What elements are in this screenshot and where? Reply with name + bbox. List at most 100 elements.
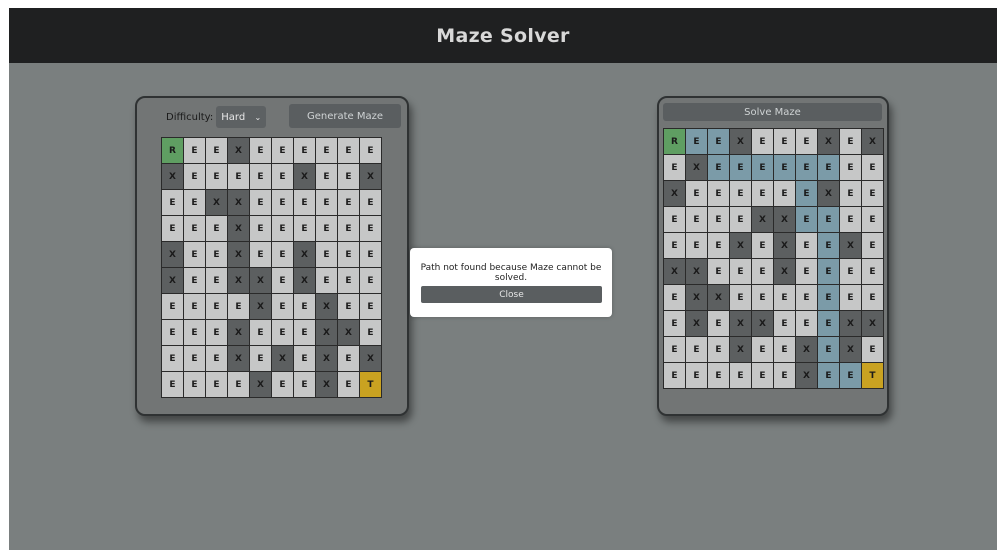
difficulty-controls: Difficulty: Hard ⌄ xyxy=(166,105,267,129)
maze-cell: E xyxy=(206,372,228,398)
maze-cell: E xyxy=(752,129,774,155)
maze-cell: E xyxy=(162,294,184,320)
solve-maze-button[interactable]: Solve Maze xyxy=(663,103,882,121)
maze-cell: X xyxy=(664,181,686,207)
maze-cell: E xyxy=(360,294,382,320)
maze-cell: E xyxy=(840,363,862,389)
maze-cell: E xyxy=(818,337,840,363)
maze-cell: E xyxy=(272,320,294,346)
maze-cell: E xyxy=(250,164,272,190)
solve-maze-label: Solve Maze xyxy=(744,106,801,118)
maze-cell: E xyxy=(774,181,796,207)
maze-cell: E xyxy=(206,320,228,346)
maze-cell: E xyxy=(338,346,360,372)
maze-cell: E xyxy=(708,337,730,363)
maze-cell: X xyxy=(228,268,250,294)
maze-cell: E xyxy=(316,138,338,164)
maze-cell: X xyxy=(250,372,272,398)
maze-cell: E xyxy=(752,155,774,181)
maze-cell: X xyxy=(250,294,272,320)
maze-cell: X xyxy=(862,311,884,337)
maze-cell: E xyxy=(338,372,360,398)
maze-cell: E xyxy=(338,268,360,294)
maze-cell: X xyxy=(862,129,884,155)
maze-cell: E xyxy=(862,259,884,285)
maze-cell: E xyxy=(752,285,774,311)
maze-cell: E xyxy=(818,155,840,181)
maze-cell: E xyxy=(796,207,818,233)
dialog-message: Path not found because Maze cannot be so… xyxy=(420,263,602,283)
maze-cell: E xyxy=(840,285,862,311)
maze-cell: X xyxy=(840,311,862,337)
maze-cell: E xyxy=(360,216,382,242)
maze-cell: E xyxy=(752,337,774,363)
maze-cell: E xyxy=(338,242,360,268)
maze-cell: E xyxy=(840,181,862,207)
maze-cell: E xyxy=(162,216,184,242)
maze-cell: E xyxy=(228,164,250,190)
maze-cell: E xyxy=(818,207,840,233)
maze-cell: E xyxy=(686,337,708,363)
maze-cell: E xyxy=(730,181,752,207)
maze-cell: X xyxy=(294,164,316,190)
maze-cell: E xyxy=(360,138,382,164)
maze-cell: E xyxy=(338,138,360,164)
maze-cell: X xyxy=(206,190,228,216)
maze-cell: E xyxy=(774,363,796,389)
maze-cell: E xyxy=(184,242,206,268)
maze-cell: E xyxy=(294,346,316,372)
maze-cell: E xyxy=(818,285,840,311)
maze-cell: E xyxy=(686,363,708,389)
maze-cell: E xyxy=(162,372,184,398)
maze-cell: E xyxy=(272,294,294,320)
maze-cell: X xyxy=(228,216,250,242)
maze-cell: E xyxy=(206,216,228,242)
maze-cell: E xyxy=(294,372,316,398)
maze-cell: X xyxy=(294,268,316,294)
app-root: Maze Solver Difficulty: Hard ⌄ Generate … xyxy=(9,8,997,550)
maze-cell: E xyxy=(316,216,338,242)
maze-cell: E xyxy=(686,233,708,259)
difficulty-value: Hard xyxy=(221,111,246,123)
app-header: Maze Solver xyxy=(9,8,997,63)
generator-maze-grid: REEXEEEEEEXEEEEEXEEXEEXXEEEEEEEEEXEEEEEE… xyxy=(161,137,382,398)
maze-cell: X xyxy=(316,372,338,398)
maze-cell: E xyxy=(862,155,884,181)
maze-cell: E xyxy=(184,372,206,398)
generate-maze-button[interactable]: Generate Maze xyxy=(289,104,401,128)
maze-cell: X xyxy=(752,207,774,233)
difficulty-select[interactable]: Hard ⌄ xyxy=(216,106,267,128)
maze-cell: E xyxy=(774,129,796,155)
solver-maze-grid: REEXEEEXEXEXEEEEEEEEXEEEEEEXEEEEEEXXEEEE… xyxy=(663,128,884,389)
maze-cell: E xyxy=(752,233,774,259)
maze-cell: X xyxy=(162,268,184,294)
maze-cell: E xyxy=(294,190,316,216)
maze-cell: E xyxy=(184,294,206,320)
maze-cell: E xyxy=(708,207,730,233)
maze-cell: T xyxy=(360,372,382,398)
maze-cell: E xyxy=(840,155,862,181)
maze-cell: E xyxy=(796,181,818,207)
maze-cell: E xyxy=(360,320,382,346)
maze-cell: E xyxy=(752,181,774,207)
page-title: Maze Solver xyxy=(436,24,570,47)
maze-cell: E xyxy=(796,233,818,259)
maze-cell: E xyxy=(250,320,272,346)
maze-cell: E xyxy=(686,129,708,155)
maze-cell: E xyxy=(840,259,862,285)
maze-cell: E xyxy=(664,363,686,389)
close-button[interactable]: Close xyxy=(421,286,602,303)
maze-cell: E xyxy=(294,294,316,320)
maze-cell: E xyxy=(338,294,360,320)
maze-cell: X xyxy=(774,233,796,259)
maze-cell: X xyxy=(686,285,708,311)
maze-cell: E xyxy=(316,242,338,268)
maze-cell: E xyxy=(250,138,272,164)
generate-maze-label: Generate Maze xyxy=(306,110,384,122)
maze-cell: E xyxy=(162,320,184,346)
maze-cell: E xyxy=(840,129,862,155)
maze-cell: E xyxy=(730,155,752,181)
maze-cell: E xyxy=(664,337,686,363)
maze-cell: E xyxy=(338,164,360,190)
maze-cell: X xyxy=(840,233,862,259)
